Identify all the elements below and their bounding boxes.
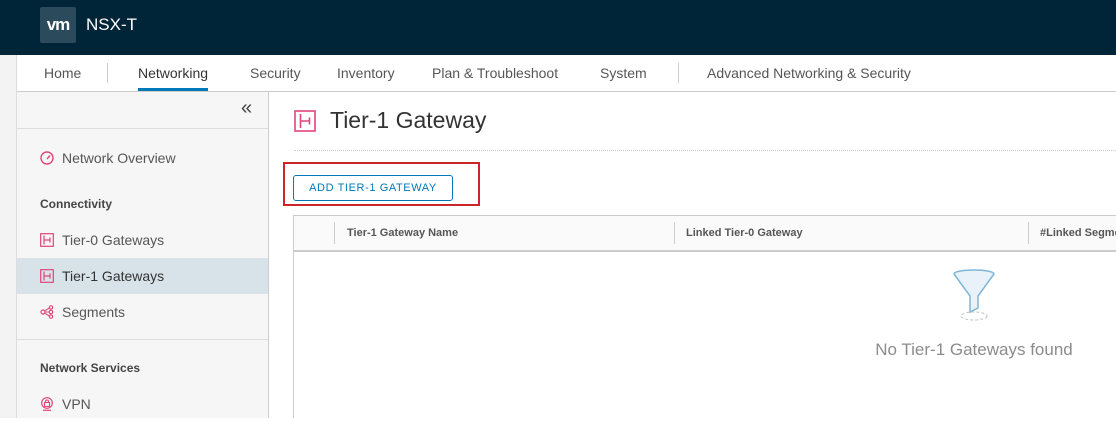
sidebar-item-network-overview[interactable]: Network Overview (17, 140, 268, 176)
empty-state-message: No Tier-1 Gateways found (875, 340, 1073, 359)
sidebar-divider (17, 128, 268, 129)
gateway-icon (40, 233, 54, 247)
tab-security[interactable]: Security (250, 55, 301, 91)
column-divider[interactable] (674, 222, 675, 244)
segments-icon (40, 305, 54, 319)
top-header: vm NSX-T (0, 0, 1116, 55)
sidebar: « Network Overview Connectivity Tier-0 G… (17, 92, 269, 418)
title-divider (294, 150, 1116, 151)
filter-funnel-icon (953, 269, 995, 321)
column-divider[interactable] (1028, 222, 1029, 244)
column-header-linked-tier0[interactable]: Linked Tier-0 Gateway (686, 216, 803, 250)
gateway-icon (294, 110, 316, 132)
tab-system[interactable]: System (600, 55, 647, 91)
page-title: Tier-1 Gateway (330, 107, 487, 133)
column-header-name[interactable]: Tier-1 Gateway Name (347, 216, 458, 250)
sidebar-item-label: Tier-0 Gateways (62, 232, 165, 248)
tab-inventory[interactable]: Inventory (337, 55, 395, 91)
grid-header: Tier-1 Gateway Name Linked Tier-0 Gatewa… (294, 216, 1116, 252)
sidebar-item-label: Network Overview (62, 150, 176, 166)
add-tier1-gateway-button[interactable]: ADD TIER-1 GATEWAY (293, 175, 453, 201)
app-title: NSX-T (86, 15, 137, 34)
vmware-logo: vm (40, 7, 76, 43)
sidebar-divider (17, 339, 268, 340)
sidebar-section-connectivity: Connectivity (40, 197, 113, 211)
sidebar-item-label: VPN (62, 396, 91, 412)
tab-advanced-networking-security[interactable]: Advanced Networking & Security (707, 55, 911, 91)
sidebar-item-label: Segments (62, 304, 126, 320)
sidebar-item-segments[interactable]: Segments (17, 294, 268, 330)
sidebar-item-tier0-gateways[interactable]: Tier-0 Gateways (17, 222, 268, 258)
column-divider (334, 222, 335, 244)
column-header-linked-segments[interactable]: #Linked Segments (1040, 216, 1116, 250)
tab-networking[interactable]: Networking (138, 55, 209, 91)
sidebar-section-network-services: Network Services (40, 361, 141, 375)
vpn-icon (41, 397, 53, 411)
tab-plan-troubleshoot[interactable]: Plan & Troubleshoot (432, 55, 558, 91)
tab-home[interactable]: Home (44, 55, 81, 91)
sidebar-item-tier1-gateways[interactable]: Tier-1 Gateways (17, 258, 268, 294)
main-nav: Home Networking Security Inventory Plan … (17, 55, 1116, 92)
sidebar-item-vpn[interactable]: VPN (17, 386, 268, 422)
gateway-icon (40, 269, 54, 283)
gauge-icon (40, 151, 54, 165)
nav-divider (678, 63, 679, 83)
collapse-sidebar-icon[interactable]: « (241, 97, 252, 119)
sidebar-item-label: Tier-1 Gateways (62, 268, 165, 284)
left-strip (0, 55, 17, 418)
nav-divider (107, 63, 108, 83)
